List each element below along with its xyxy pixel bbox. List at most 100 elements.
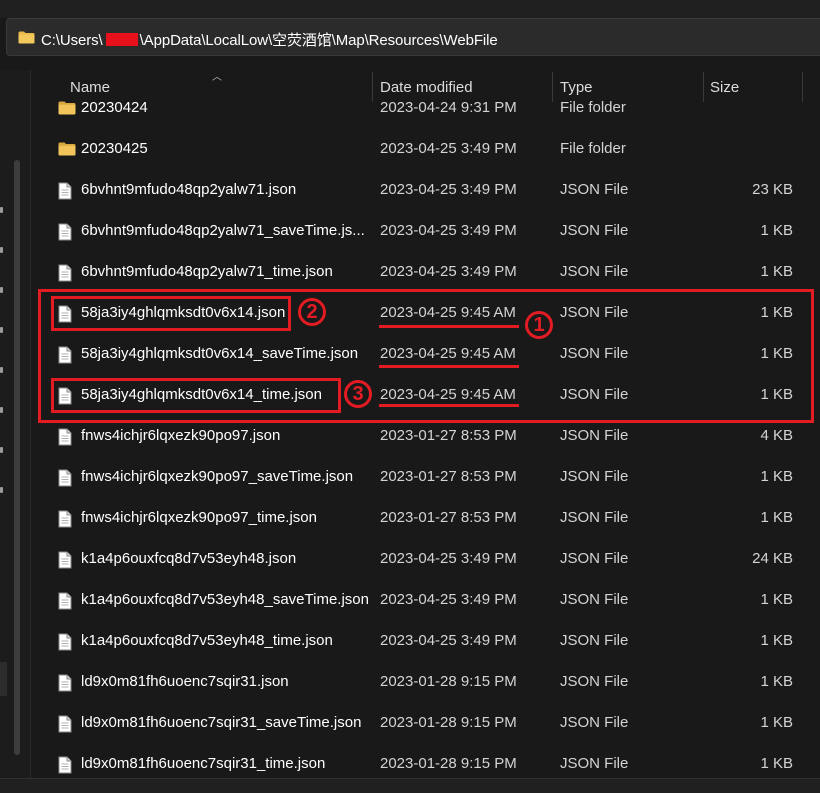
list-item[interactable]: 6bvhnt9mfudo48qp2yalw71_time.json 2023-0… bbox=[31, 252, 820, 293]
file-type: JSON File bbox=[560, 181, 629, 198]
list-item[interactable]: 58ja3iy4ghlqmksdt0v6x14.json 2023-04-25 … bbox=[31, 293, 820, 334]
file-icon bbox=[58, 387, 72, 405]
file-icon bbox=[58, 551, 72, 569]
list-item[interactable]: ld9x0m81fh6uoenc7sqir31_saveTime.json 20… bbox=[31, 703, 820, 744]
file-size: 1 KB bbox=[760, 345, 793, 362]
file-name: ld9x0m81fh6uoenc7sqir31_saveTime.json bbox=[81, 714, 362, 731]
redacted-username bbox=[105, 33, 138, 46]
file-size: 4 KB bbox=[760, 427, 793, 444]
file-date: 2023-04-25 3:49 PM bbox=[380, 632, 517, 649]
file-size: 23 KB bbox=[752, 181, 793, 198]
file-date: 2023-04-25 9:45 AM bbox=[380, 345, 516, 362]
file-type: JSON File bbox=[560, 632, 629, 649]
file-name: 58ja3iy4ghlqmksdt0v6x14.json bbox=[81, 304, 286, 321]
nav-scrollbar[interactable] bbox=[14, 160, 20, 755]
file-date: 2023-01-28 9:15 PM bbox=[380, 673, 517, 690]
file-list: ︿ Name Date modified Type Size 20230424 … bbox=[31, 70, 820, 778]
file-type: JSON File bbox=[560, 714, 629, 731]
file-name: ld9x0m81fh6uoenc7sqir31_time.json bbox=[81, 755, 326, 772]
file-date: 2023-04-25 9:45 AM bbox=[380, 386, 516, 403]
address-bar[interactable]: C:\Users\ \AppData\LocalLow\空荧酒馆\Map\Reso… bbox=[6, 18, 820, 56]
file-name: 6bvhnt9mfudo48qp2yalw71_saveTime.js... bbox=[81, 222, 365, 239]
file-type: JSON File bbox=[560, 304, 629, 321]
status-bar bbox=[0, 778, 820, 793]
file-date: 2023-04-25 3:49 PM bbox=[380, 591, 517, 608]
file-date: 2023-04-25 3:49 PM bbox=[380, 550, 517, 567]
file-name: 6bvhnt9mfudo48qp2yalw71.json bbox=[81, 181, 297, 198]
file-name: fnws4ichjr6lqxezk90po97_time.json bbox=[81, 509, 317, 526]
toolbar-gap bbox=[0, 56, 820, 70]
file-icon bbox=[58, 510, 72, 528]
navigation-pane bbox=[0, 70, 30, 792]
file-size: 1 KB bbox=[760, 222, 793, 239]
file-type: JSON File bbox=[560, 509, 629, 526]
file-date: 2023-04-25 3:49 PM bbox=[380, 263, 517, 280]
file-name: k1a4p6ouxfcq8d7v53eyh48_time.json bbox=[81, 632, 333, 649]
list-item[interactable]: ld9x0m81fh6uoenc7sqir31.json 2023-01-28 … bbox=[31, 662, 820, 703]
file-date: 2023-04-25 3:49 PM bbox=[380, 222, 517, 239]
file-type: File folder bbox=[560, 140, 626, 157]
file-date: 2023-01-28 9:15 PM bbox=[380, 755, 517, 772]
file-name: fnws4ichjr6lqxezk90po97_saveTime.json bbox=[81, 468, 354, 485]
file-size: 1 KB bbox=[760, 509, 793, 526]
file-date: 2023-01-28 9:15 PM bbox=[380, 714, 517, 731]
nav-selected-item[interactable] bbox=[0, 662, 7, 696]
file-icon bbox=[58, 346, 72, 364]
file-type: JSON File bbox=[560, 591, 629, 608]
file-date: 2023-01-27 8:53 PM bbox=[380, 468, 517, 485]
file-name: k1a4p6ouxfcq8d7v53eyh48_saveTime.json bbox=[81, 591, 369, 608]
file-type: JSON File bbox=[560, 222, 629, 239]
file-icon bbox=[58, 592, 72, 610]
file-type: JSON File bbox=[560, 427, 629, 444]
file-name: 58ja3iy4ghlqmksdt0v6x14_saveTime.json bbox=[81, 345, 359, 362]
file-size: 1 KB bbox=[760, 591, 793, 608]
file-type: JSON File bbox=[560, 345, 629, 362]
file-type: JSON File bbox=[560, 468, 629, 485]
list-item[interactable]: 20230424 2023-04-24 9:31 PM File folder bbox=[31, 88, 820, 129]
file-icon bbox=[58, 223, 72, 241]
file-type: JSON File bbox=[560, 263, 629, 280]
list-item[interactable]: 20230425 2023-04-25 3:49 PM File folder bbox=[31, 129, 820, 170]
list-item[interactable]: fnws4ichjr6lqxezk90po97_time.json 2023-0… bbox=[31, 498, 820, 539]
file-name: ld9x0m81fh6uoenc7sqir31.json bbox=[81, 673, 289, 690]
address-suffix: \AppData\LocalLow\空荧酒馆\Map\Resources\Web… bbox=[139, 32, 498, 49]
file-type: JSON File bbox=[560, 673, 629, 690]
file-date: 2023-04-24 9:31 PM bbox=[380, 99, 517, 116]
folder-icon bbox=[58, 142, 76, 156]
list-item[interactable]: 58ja3iy4ghlqmksdt0v6x14_time.json 2023-0… bbox=[31, 375, 820, 416]
file-type: JSON File bbox=[560, 550, 629, 567]
file-name: 58ja3iy4ghlqmksdt0v6x14_time.json bbox=[81, 386, 322, 403]
file-type: JSON File bbox=[560, 755, 629, 772]
title-strip bbox=[0, 0, 820, 18]
sort-up-icon: ︿ bbox=[212, 72, 222, 83]
address-prefix: C:\Users\ bbox=[41, 32, 103, 49]
list-item[interactable]: k1a4p6ouxfcq8d7v53eyh48.json 2023-04-25 … bbox=[31, 539, 820, 580]
file-date: 2023-04-25 9:45 AM bbox=[380, 304, 516, 321]
file-icon bbox=[58, 756, 72, 774]
list-item[interactable]: 6bvhnt9mfudo48qp2yalw71.json 2023-04-25 … bbox=[31, 170, 820, 211]
file-icon bbox=[58, 633, 72, 651]
file-icon bbox=[58, 305, 72, 323]
file-name: 6bvhnt9mfudo48qp2yalw71_time.json bbox=[81, 263, 333, 280]
file-size: 1 KB bbox=[760, 304, 793, 321]
address-path[interactable]: C:\Users\ \AppData\LocalLow\空荧酒馆\Map\Reso… bbox=[41, 29, 498, 50]
file-size: 24 KB bbox=[752, 550, 793, 567]
file-size: 1 KB bbox=[760, 673, 793, 690]
file-icon bbox=[58, 715, 72, 733]
file-icon bbox=[58, 264, 72, 282]
file-size: 1 KB bbox=[760, 386, 793, 403]
list-item[interactable]: k1a4p6ouxfcq8d7v53eyh48_time.json 2023-0… bbox=[31, 621, 820, 662]
file-icon bbox=[58, 674, 72, 692]
file-name: fnws4ichjr6lqxezk90po97.json bbox=[81, 427, 281, 444]
file-size: 1 KB bbox=[760, 632, 793, 649]
list-item[interactable]: 6bvhnt9mfudo48qp2yalw71_saveTime.js... 2… bbox=[31, 211, 820, 252]
file-name: 20230424 bbox=[81, 99, 148, 116]
list-item[interactable]: fnws4ichjr6lqxezk90po97_saveTime.json 20… bbox=[31, 457, 820, 498]
list-item[interactable]: k1a4p6ouxfcq8d7v53eyh48_saveTime.json 20… bbox=[31, 580, 820, 621]
file-icon bbox=[58, 428, 72, 446]
file-size: 1 KB bbox=[760, 468, 793, 485]
list-item[interactable]: fnws4ichjr6lqxezk90po97.json 2023-01-27 … bbox=[31, 416, 820, 457]
file-type: JSON File bbox=[560, 386, 629, 403]
list-item[interactable]: 58ja3iy4ghlqmksdt0v6x14_saveTime.json 20… bbox=[31, 334, 820, 375]
folder-icon bbox=[18, 31, 35, 44]
